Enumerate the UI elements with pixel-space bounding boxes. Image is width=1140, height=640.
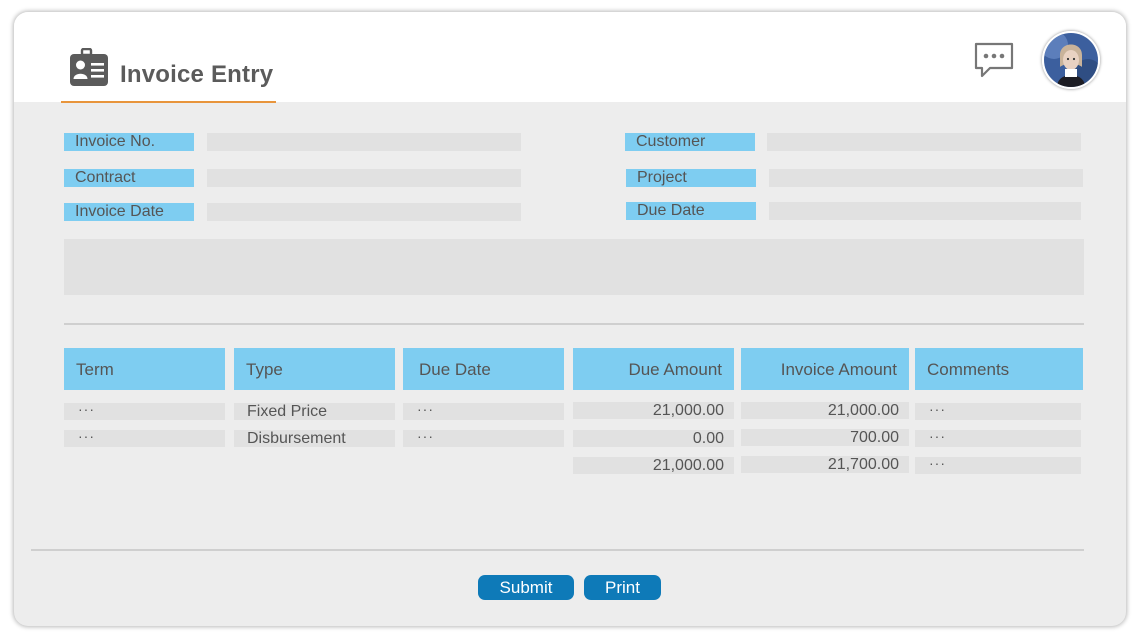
due-date-label: Due Date — [626, 202, 756, 220]
row-1-due-amount: 21,000.00 — [573, 402, 734, 419]
section-divider — [64, 323, 1084, 325]
row-1-term[interactable]: ··· — [64, 402, 225, 420]
row-1-invoice-amount: 21,000.00 — [741, 402, 909, 419]
row-2-term[interactable]: ··· — [64, 429, 225, 447]
invoice-no-input[interactable] — [207, 133, 521, 151]
header: Invoice Entry — [14, 12, 1126, 103]
total-invoice-amount: 21,700.00 — [741, 456, 909, 473]
invoice-no-label: Invoice No. — [64, 133, 194, 151]
footer-divider — [31, 549, 1084, 551]
row-2-due-amount: 0.00 — [573, 430, 734, 447]
invoice-date-label: Invoice Date — [64, 203, 194, 221]
id-card-icon — [70, 48, 108, 86]
row-1-due-date[interactable]: ··· — [403, 402, 564, 420]
column-header-due-date: Due Date — [403, 348, 564, 390]
contract-input[interactable] — [207, 169, 521, 187]
title-underline — [61, 101, 276, 103]
column-header-invoice-amount: Invoice Amount — [741, 348, 909, 390]
row-1-type: Fixed Price — [234, 403, 395, 420]
row-2-comments[interactable]: ··· — [915, 429, 1081, 447]
column-header-comments: Comments — [915, 348, 1083, 390]
row-2-invoice-amount: 700.00 — [741, 429, 909, 446]
total-due-amount: 21,000.00 — [573, 457, 734, 474]
page-title-tab: Invoice Entry — [61, 45, 276, 103]
row-1-comments[interactable]: ··· — [915, 402, 1081, 420]
project-label: Project — [626, 169, 756, 187]
column-header-type: Type — [234, 348, 395, 390]
print-button[interactable]: Print — [584, 575, 661, 600]
notes-textarea[interactable] — [64, 239, 1084, 295]
project-input[interactable] — [769, 169, 1083, 187]
row-2-due-date[interactable]: ··· — [403, 429, 564, 447]
page-title: Invoice Entry — [120, 61, 274, 88]
due-date-input[interactable] — [769, 202, 1081, 220]
total-comments[interactable]: ··· — [915, 456, 1081, 474]
column-header-due-amount: Due Amount — [573, 348, 734, 390]
customer-input[interactable] — [767, 133, 1081, 151]
contract-label: Contract — [64, 169, 194, 187]
submit-button[interactable]: Submit — [478, 575, 574, 600]
invoice-date-input[interactable] — [207, 203, 521, 221]
column-header-term: Term — [64, 348, 225, 390]
avatar[interactable] — [1042, 31, 1100, 89]
chat-bubble-icon[interactable] — [974, 42, 1014, 80]
row-2-type: Disbursement — [234, 430, 395, 447]
invoice-entry-card: Invoice Entry Invoice No. Contract Invoi… — [14, 12, 1126, 626]
customer-label: Customer — [625, 133, 755, 151]
user-avatar-image — [1044, 33, 1098, 87]
